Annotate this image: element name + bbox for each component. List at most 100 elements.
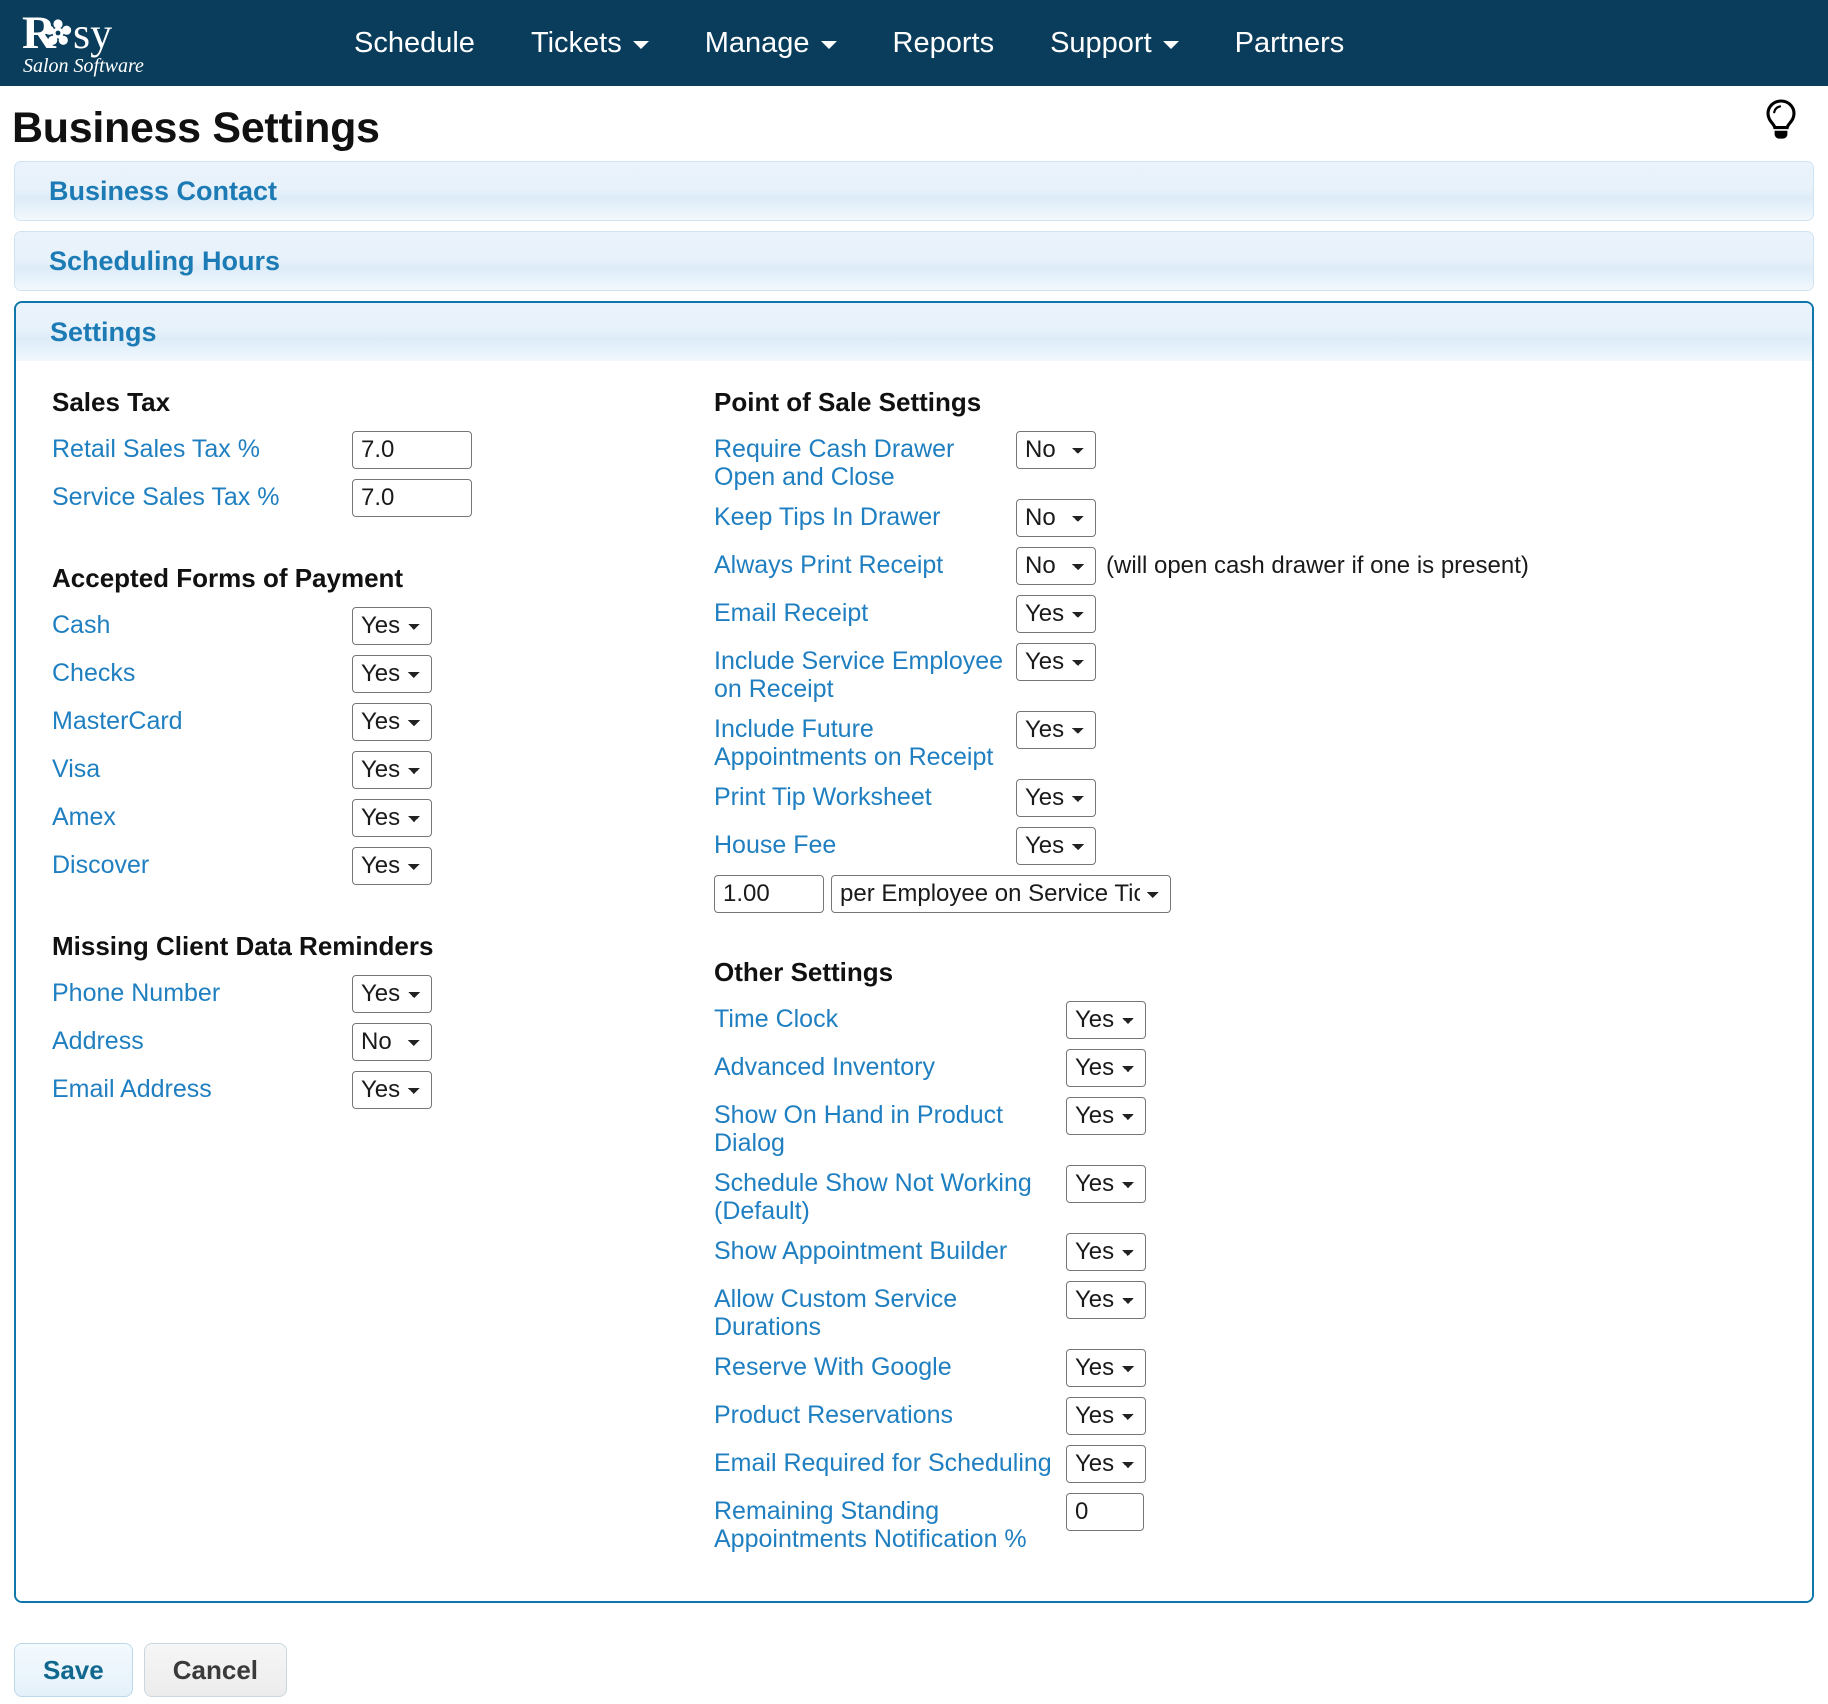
accordion-label-business-contact: Business Contact <box>49 176 277 207</box>
field-row-address: Address YesNo <box>52 1023 616 1063</box>
label-include-future-appointments: Include Future Appointments on Receipt <box>714 711 1016 771</box>
select-time-clock[interactable]: YesNo <box>1066 1001 1146 1039</box>
nav-item-reports[interactable]: Reports <box>865 19 1023 68</box>
field-row-email-receipt: Email Receipt YesNo <box>714 595 1812 635</box>
input-house-fee-amount[interactable] <box>714 875 824 913</box>
select-amex[interactable]: YesNo <box>352 799 432 837</box>
select-discover[interactable]: YesNo <box>352 847 432 885</box>
form-actions: Save Cancel <box>0 1613 1828 1697</box>
select-reserve-with-google[interactable]: YesNo <box>1066 1349 1146 1387</box>
field-row-include-service-employee: Include Service Employee on Receipt YesN… <box>714 643 1812 703</box>
select-mastercard[interactable]: YesNo <box>352 703 432 741</box>
select-show-appointment-builder[interactable]: YesNo <box>1066 1233 1146 1271</box>
label-cash: Cash <box>52 607 352 639</box>
save-button[interactable]: Save <box>14 1643 133 1697</box>
group-title-missing-client-data: Missing Client Data Reminders <box>52 931 616 962</box>
nav-item-manage[interactable]: Manage <box>677 19 865 68</box>
nav-items: Schedule Tickets Manage Reports Support … <box>326 19 1372 68</box>
nav-label-schedule: Schedule <box>354 29 475 58</box>
label-always-print-receipt: Always Print Receipt <box>714 547 1016 579</box>
label-print-tip-worksheet: Print Tip Worksheet <box>714 779 1016 811</box>
label-schedule-show-not-working: Schedule Show Not Working (Default) <box>714 1165 1066 1225</box>
label-discover: Discover <box>52 847 352 879</box>
field-row-service-sales-tax: Service Sales Tax % <box>52 479 616 519</box>
settings-right-column: Point of Sale Settings Require Cash Draw… <box>616 387 1812 1561</box>
accordion-section-business-contact: Business Contact <box>14 161 1814 221</box>
cancel-button[interactable]: Cancel <box>144 1643 287 1697</box>
group-point-of-sale: Point of Sale Settings Require Cash Draw… <box>714 387 1812 913</box>
lightbulb-icon[interactable] <box>1758 92 1804 148</box>
field-row-schedule-show-not-working: Schedule Show Not Working (Default) YesN… <box>714 1165 1812 1225</box>
nav-item-partners[interactable]: Partners <box>1207 19 1373 68</box>
nav-item-support[interactable]: Support <box>1022 19 1207 68</box>
select-email-address[interactable]: YesNo <box>352 1071 432 1109</box>
top-navigation-bar: R sy Salon Software Schedule Tickets Man… <box>0 0 1828 86</box>
group-title-other-settings: Other Settings <box>714 957 1812 988</box>
nav-label-partners: Partners <box>1235 29 1345 58</box>
label-email-receipt: Email Receipt <box>714 595 1016 627</box>
field-row-cash: Cash YesNo <box>52 607 616 647</box>
select-include-future-appointments[interactable]: YesNo <box>1016 711 1096 749</box>
select-house-fee-basis[interactable]: per Employee on Service Ticketper Servic… <box>831 875 1171 913</box>
select-address[interactable]: YesNo <box>352 1023 432 1061</box>
select-keep-tips-in-drawer[interactable]: YesNo <box>1016 499 1096 537</box>
label-show-appointment-builder: Show Appointment Builder <box>714 1233 1066 1265</box>
field-row-mastercard: MasterCard YesNo <box>52 703 616 743</box>
accordion-label-scheduling-hours: Scheduling Hours <box>49 246 280 277</box>
select-email-required-for-scheduling[interactable]: YesNo <box>1066 1445 1146 1483</box>
field-row-reserve-with-google: Reserve With Google YesNo <box>714 1349 1812 1389</box>
nav-item-tickets[interactable]: Tickets <box>503 19 677 68</box>
label-retail-sales-tax: Retail Sales Tax % <box>52 431 352 463</box>
select-visa[interactable]: YesNo <box>352 751 432 789</box>
label-checks: Checks <box>52 655 352 687</box>
select-phone-number[interactable]: YesNo <box>352 975 432 1013</box>
select-show-on-hand[interactable]: YesNo <box>1066 1097 1146 1135</box>
field-row-discover: Discover YesNo <box>52 847 616 887</box>
field-row-allow-custom-service-durations: Allow Custom Service Durations YesNo <box>714 1281 1812 1341</box>
field-row-show-on-hand: Show On Hand in Product Dialog YesNo <box>714 1097 1812 1157</box>
label-visa: Visa <box>52 751 352 783</box>
accordion-header-scheduling-hours[interactable]: Scheduling Hours <box>15 232 1813 290</box>
select-include-service-employee[interactable]: YesNo <box>1016 643 1096 681</box>
label-email-required-for-scheduling: Email Required for Scheduling <box>714 1445 1066 1477</box>
chevron-down-icon <box>821 41 837 49</box>
select-checks[interactable]: YesNo <box>352 655 432 693</box>
brand-logo[interactable]: R sy Salon Software <box>18 0 208 86</box>
label-include-service-employee: Include Service Employee on Receipt <box>714 643 1016 703</box>
input-retail-sales-tax[interactable] <box>352 431 472 469</box>
field-row-remaining-standing-appointments: Remaining Standing Appointments Notifica… <box>714 1493 1812 1553</box>
select-advanced-inventory[interactable]: YesNo <box>1066 1049 1146 1087</box>
nav-item-schedule[interactable]: Schedule <box>326 19 503 68</box>
field-row-print-tip-worksheet: Print Tip Worksheet YesNo <box>714 779 1812 819</box>
select-allow-custom-service-durations[interactable]: YesNo <box>1066 1281 1146 1319</box>
settings-left-column: Sales Tax Retail Sales Tax % Service Sal… <box>16 387 616 1119</box>
label-keep-tips-in-drawer: Keep Tips In Drawer <box>714 499 1016 531</box>
accordion-header-business-contact[interactable]: Business Contact <box>15 162 1813 220</box>
group-other-settings: Other Settings Time Clock YesNo Advanced… <box>714 957 1812 1553</box>
select-email-receipt[interactable]: YesNo <box>1016 595 1096 633</box>
select-require-cash-drawer[interactable]: YesNo <box>1016 431 1096 469</box>
label-mastercard: MasterCard <box>52 703 352 735</box>
field-row-amex: Amex YesNo <box>52 799 616 839</box>
select-print-tip-worksheet[interactable]: YesNo <box>1016 779 1096 817</box>
field-row-checks: Checks YesNo <box>52 655 616 695</box>
field-row-product-reservations: Product Reservations YesNo <box>714 1397 1812 1437</box>
label-product-reservations: Product Reservations <box>714 1397 1066 1429</box>
input-service-sales-tax[interactable] <box>352 479 472 517</box>
select-cash[interactable]: YesNo <box>352 607 432 645</box>
page-header: Business Settings <box>0 86 1828 161</box>
label-advanced-inventory: Advanced Inventory <box>714 1049 1066 1081</box>
select-schedule-show-not-working[interactable]: YesNo <box>1066 1165 1146 1203</box>
select-house-fee[interactable]: YesNo <box>1016 827 1096 865</box>
input-remaining-standing-appointments[interactable] <box>1066 1493 1144 1531</box>
label-address: Address <box>52 1023 352 1055</box>
accordion-section-scheduling-hours: Scheduling Hours <box>14 231 1814 291</box>
nav-label-support: Support <box>1050 29 1152 58</box>
accordion-header-settings[interactable]: Settings <box>16 303 1812 361</box>
select-product-reservations[interactable]: YesNo <box>1066 1397 1146 1435</box>
label-time-clock: Time Clock <box>714 1001 1066 1033</box>
nav-label-reports: Reports <box>893 29 995 58</box>
label-show-on-hand: Show On Hand in Product Dialog <box>714 1097 1066 1157</box>
field-row-require-cash-drawer: Require Cash Drawer Open and Close YesNo <box>714 431 1812 491</box>
select-always-print-receipt[interactable]: YesNo <box>1016 547 1096 585</box>
